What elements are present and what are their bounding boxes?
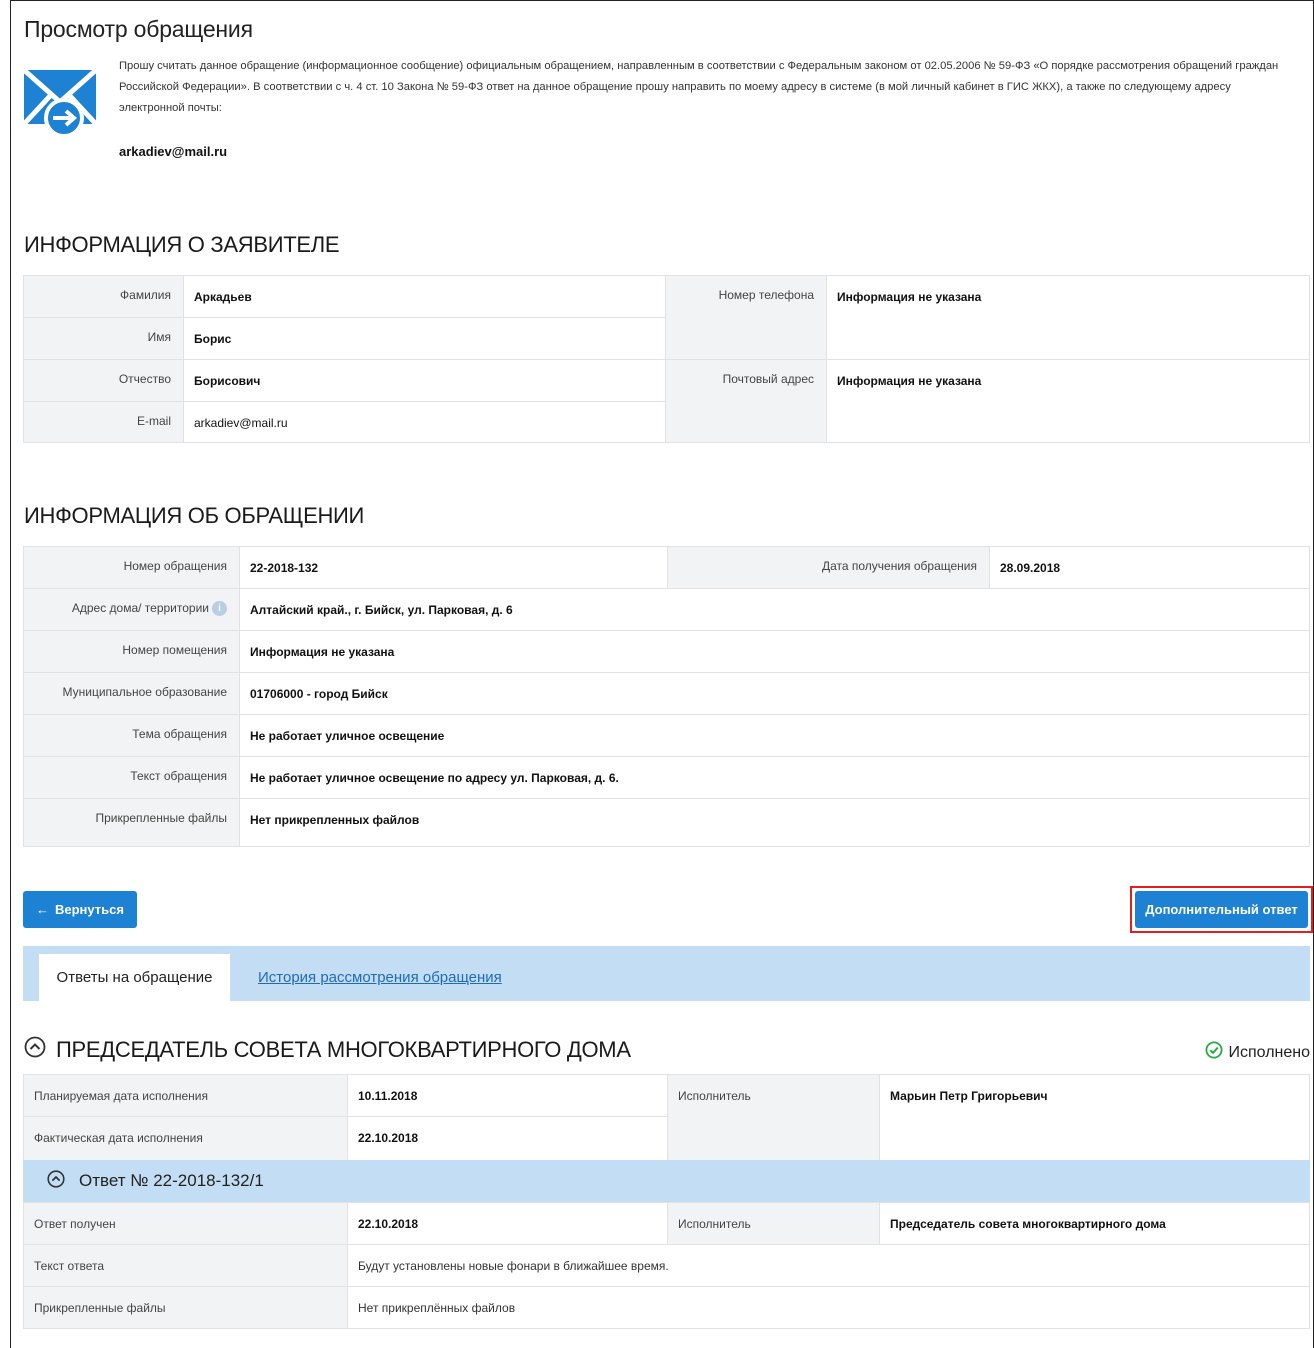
answer-header[interactable]: Ответ № 22-2018-132/1 [23, 1160, 1310, 1202]
appeal-section-title: ИНФОРМАЦИЯ ОБ ОБРАЩЕНИИ [24, 503, 365, 528]
patronymic-value: Борисович [183, 359, 666, 402]
email-value: arkadiev@mail.ru [183, 401, 666, 443]
appeal-files-value: Нет прикрепленных файлов [239, 798, 1310, 847]
appeal-date-value: 28.09.2018 [989, 546, 1310, 589]
appeal-number-value: 22-2018-132 [239, 546, 668, 589]
notice-email: arkadiev@mail.ru [119, 144, 228, 159]
tab-answers[interactable]: Ответы на обращение [39, 954, 230, 1001]
address-label-cell: Адрес дома/ территории i [23, 588, 240, 631]
appeal-number-label: Номер обращения [23, 546, 240, 589]
actual-date-label: Фактическая дата исполнения [23, 1116, 348, 1161]
applicant-table: Фамилия Аркадьев Номер телефона Информац… [23, 275, 1310, 443]
arrow-left-icon: ← [36, 902, 49, 917]
phone-value: Информация не указана [826, 275, 1310, 360]
address-value: Алтайский край., г. Бийск, ул. Парковая,… [239, 588, 1310, 631]
applicant-section-title: ИНФОРМАЦИЯ О ЗАЯВИТЕЛЕ [24, 232, 340, 257]
chevron-up-circle-icon[interactable] [47, 1169, 65, 1193]
official-notice-text: Прошу считать данное обращение (информац… [119, 60, 1279, 114]
tab-history[interactable]: История рассмотрения обращения [258, 954, 502, 1001]
surname-label: Фамилия [23, 275, 184, 318]
postal-value: Информация не указана [826, 359, 1310, 443]
back-button[interactable]: ← Вернуться [23, 891, 137, 928]
back-button-label: Вернуться [55, 902, 124, 917]
answer-executor-label: Исполнитель [667, 1202, 880, 1245]
answer-text-value: Будут установлены новые фонари в ближайш… [347, 1244, 1310, 1287]
municipality-value: 01706000 - город Бийск [239, 672, 1310, 715]
answer-title: Ответ № 22-2018-132/1 [79, 1171, 264, 1190]
patronymic-label: Отчество [23, 359, 184, 402]
room-value: Информация не указана [239, 630, 1310, 673]
actual-date-value: 22.10.2018 [347, 1116, 668, 1161]
answer-files-value: Нет прикреплённых файлов [347, 1286, 1310, 1329]
executor-label: Исполнитель [667, 1074, 880, 1161]
topic-label: Тема обращения [23, 714, 240, 757]
executor-value: Марьин Петр Григорьевич [879, 1074, 1310, 1161]
answer-received-value: 22.10.2018 [347, 1202, 668, 1245]
appeal-files-label: Прикрепленные файлы [23, 798, 240, 847]
executor-table: Планируемая дата исполнения 10.11.2018 И… [23, 1074, 1310, 1161]
answer-files-label: Прикрепленные файлы [23, 1286, 348, 1329]
postal-label: Почтовый адрес [665, 359, 827, 443]
planned-date-value: 10.11.2018 [347, 1074, 668, 1117]
address-label: Адрес дома/ территории [71, 601, 209, 615]
executor-block-title: ПРЕДСЕДАТЕЛЬ СОВЕТА МНОГОКВАРТИРНОГО ДОМ… [56, 1037, 631, 1062]
page-title: Просмотр обращения [24, 16, 253, 42]
name-label: Имя [23, 317, 184, 360]
status-badge: Исполнено [1205, 1041, 1310, 1064]
check-circle-icon [1205, 1041, 1223, 1064]
additional-answer-button[interactable]: Дополнительный ответ [1135, 891, 1308, 928]
answer-received-label: Ответ получен [23, 1202, 348, 1245]
answer-text-label: Текст ответа [23, 1244, 348, 1287]
chevron-up-circle-icon[interactable] [24, 1036, 46, 1064]
planned-date-label: Планируемая дата исполнения [23, 1074, 348, 1117]
appeal-date-label: Дата получения обращения [667, 546, 990, 589]
answer-table: Ответ получен 22.10.2018 Исполнитель Пре… [23, 1202, 1310, 1329]
room-label: Номер помещения [23, 630, 240, 673]
topic-value: Не работает уличное освещение [239, 714, 1310, 757]
email-label: E-mail [23, 401, 184, 443]
status-text: Исполнено [1228, 1043, 1310, 1061]
appeal-table: Номер обращения 22-2018-132 Дата получен… [23, 546, 1310, 847]
appeal-text-value: Не работает уличное освещение по адресу … [239, 756, 1310, 799]
phone-label: Номер телефона [665, 275, 827, 360]
mail-forward-icon [22, 66, 98, 138]
municipality-label: Муниципальное образование [23, 672, 240, 715]
tabs-bar: Ответы на обращение История рассмотрения… [23, 946, 1310, 1001]
info-icon[interactable]: i [212, 601, 227, 617]
executor-block-header[interactable]: ПРЕДСЕДАТЕЛЬ СОВЕТА МНОГОКВАРТИРНОГО ДОМ… [24, 1036, 631, 1064]
surname-value: Аркадьев [183, 275, 666, 318]
appeal-text-label: Текст обращения [23, 756, 240, 799]
answer-executor-value: Председатель совета многоквартирного дом… [879, 1202, 1310, 1245]
name-value: Борис [183, 317, 666, 360]
